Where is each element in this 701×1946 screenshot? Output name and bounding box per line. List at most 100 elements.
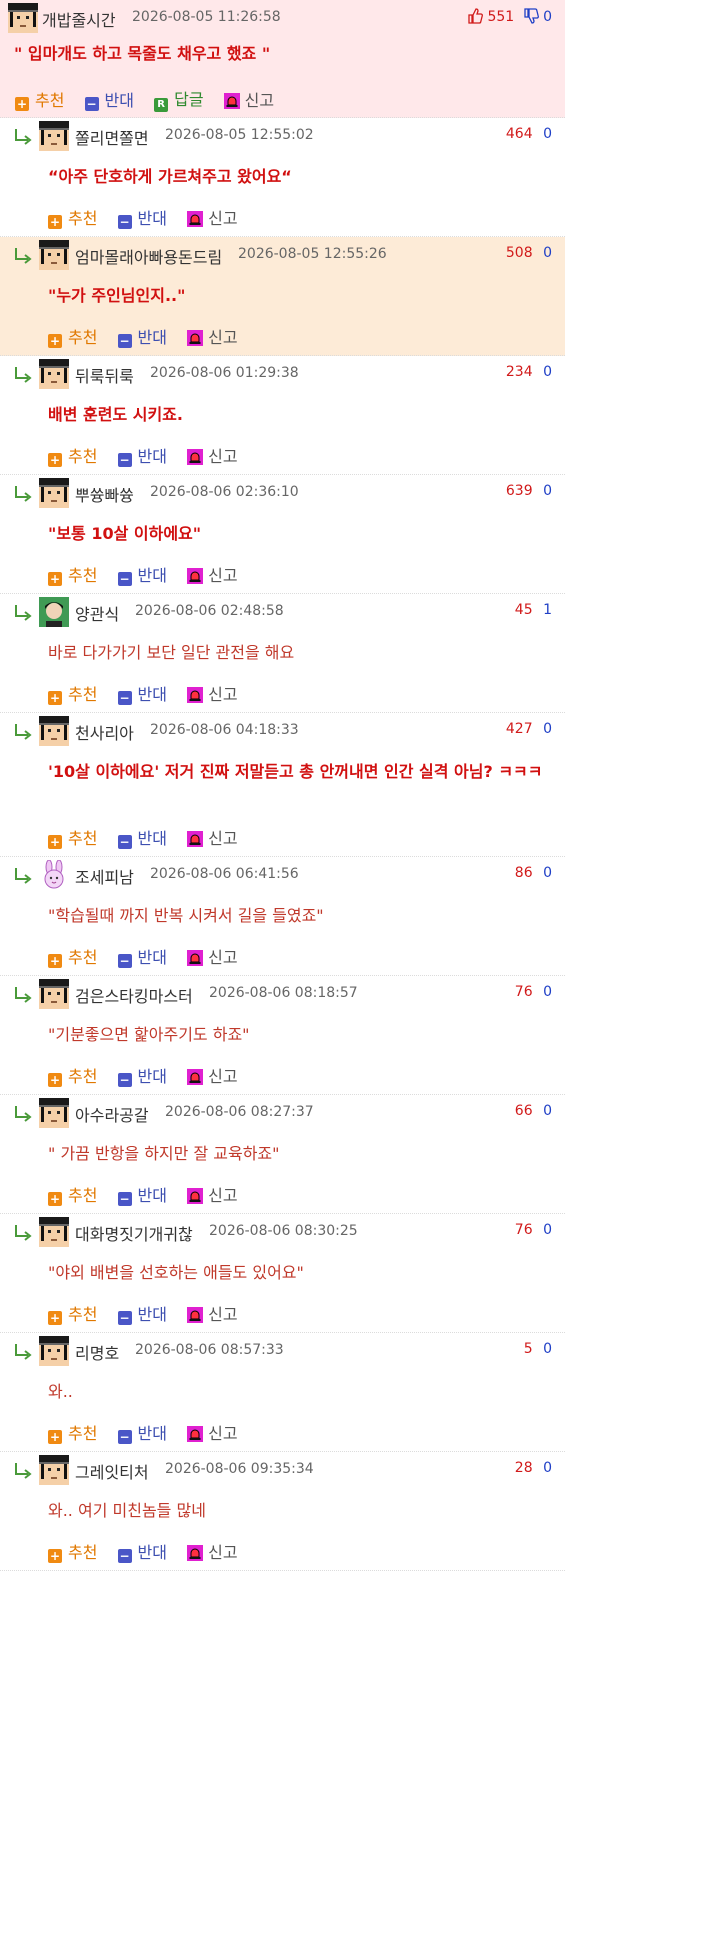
reply-comment: 리명호 2026-08-06 08:57:33 5 0 와.. + 추천 − 반대 xyxy=(0,1333,565,1452)
recommend-button[interactable]: + 추천 xyxy=(48,944,97,968)
report-label: 신고 xyxy=(208,948,238,967)
oppose-button[interactable]: − 반대 xyxy=(117,1420,167,1444)
recommend-button[interactable]: + 추천 xyxy=(48,1182,97,1206)
comment-actions: + 추천 − 반대 신고 xyxy=(48,1063,253,1087)
default-avatar-icon[interactable] xyxy=(39,121,69,151)
comment-header: 쫄리면쫄면 2026-08-05 12:55:02 464 0 xyxy=(0,118,565,154)
recommend-button[interactable]: + 추천 xyxy=(48,1063,97,1087)
report-button[interactable]: 신고 xyxy=(187,205,238,229)
recommend-label: 추천 xyxy=(68,1067,98,1086)
siren-icon xyxy=(187,449,204,465)
vote-counts: 28 0 xyxy=(515,1460,552,1476)
vote-counts: 76 0 xyxy=(515,984,552,1000)
oppose-button[interactable]: − 반대 xyxy=(117,562,167,586)
oppose-label: 반대 xyxy=(137,829,167,848)
report-button[interactable]: 신고 xyxy=(187,825,238,849)
default-avatar-icon[interactable] xyxy=(39,979,69,1009)
plus-icon: + xyxy=(48,691,62,705)
downvote-count: 0 xyxy=(543,721,552,737)
report-label: 신고 xyxy=(244,91,275,110)
oppose-button[interactable]: − 반대 xyxy=(117,205,167,229)
report-button[interactable]: 신고 xyxy=(187,324,238,348)
nickname[interactable]: 개밥줄시간 xyxy=(42,7,116,31)
reply-comment: 뿌쓩빠쓩 2026-08-06 02:36:10 639 0 "보통 10살 이… xyxy=(0,475,565,594)
report-button[interactable]: 신고 xyxy=(187,681,238,705)
report-button[interactable]: 신고 xyxy=(187,1539,238,1563)
oppose-button[interactable]: − 반대 xyxy=(117,681,167,705)
reply-arrow-icon xyxy=(15,1225,32,1241)
report-button[interactable]: 신고 xyxy=(187,443,238,467)
recommend-button[interactable]: + 추천 xyxy=(48,562,97,586)
oppose-button[interactable]: − 반대 xyxy=(117,825,167,849)
oppose-button[interactable]: − 반대 xyxy=(117,1301,167,1325)
default-avatar-icon[interactable] xyxy=(39,1336,69,1366)
upvote-count: 639 xyxy=(505,483,533,499)
recommend-button[interactable]: + 추천 xyxy=(48,681,97,705)
nickname[interactable]: 그레잇티처 xyxy=(75,1459,149,1483)
default-avatar-icon[interactable] xyxy=(39,240,69,270)
recommend-button[interactable]: + 추천 xyxy=(48,324,97,348)
nickname[interactable]: 조세피남 xyxy=(75,864,134,888)
report-button[interactable]: 신고 xyxy=(187,1420,238,1444)
timestamp: 2026-08-06 02:36:10 xyxy=(150,484,299,500)
nickname[interactable]: 쫄리면쫄면 xyxy=(75,125,149,149)
recommend-button[interactable]: + 추천 xyxy=(48,825,97,849)
nickname[interactable]: 대화명짓기개귀찮 xyxy=(75,1221,193,1245)
oppose-button[interactable]: − 반대 xyxy=(117,443,167,467)
nickname[interactable]: 엄마몰래아빠용돈드림 xyxy=(75,244,222,268)
nickname[interactable]: 뿌쓩빠쓩 xyxy=(75,482,134,506)
recommend-button[interactable]: + 추천 xyxy=(48,1301,97,1325)
comment-header: 뒤룩뒤룩 2026-08-06 01:29:38 234 0 xyxy=(0,356,565,392)
siren-icon xyxy=(187,687,204,703)
minus-icon: − xyxy=(117,1192,132,1206)
oppose-button[interactable]: − 반대 xyxy=(117,944,167,968)
recommend-button[interactable]: + 추천 xyxy=(48,1420,97,1444)
nickname[interactable]: 양관식 xyxy=(75,601,119,625)
oppose-button[interactable]: − 반대 xyxy=(117,1182,167,1206)
default-avatar-icon[interactable] xyxy=(39,716,69,746)
default-avatar-icon[interactable] xyxy=(39,1098,69,1128)
nickname[interactable]: 아수라공갈 xyxy=(75,1102,149,1126)
report-button[interactable]: 신고 xyxy=(187,1301,238,1325)
nickname[interactable]: 검은스타킹마스터 xyxy=(75,983,193,1007)
reply-arrow-icon xyxy=(15,868,32,884)
siren-icon xyxy=(187,1545,204,1561)
downvote-count: 0 xyxy=(543,1222,552,1238)
recommend-button[interactable]: + 추천 xyxy=(15,87,64,111)
default-avatar-icon[interactable] xyxy=(39,1217,69,1247)
comment-header: 양관식 2026-08-06 02:48:58 45 1 xyxy=(0,594,565,630)
upvote-count: 551 xyxy=(487,9,515,25)
plus-icon: + xyxy=(48,954,62,968)
reply-button[interactable]: R 답글 xyxy=(154,86,204,112)
recommend-button[interactable]: + 추천 xyxy=(48,443,97,467)
recommend-button[interactable]: + 추천 xyxy=(48,205,97,229)
oppose-button[interactable]: − 반대 xyxy=(117,1539,167,1563)
report-button[interactable]: 신고 xyxy=(187,562,238,586)
nickname[interactable]: 천사리아 xyxy=(75,720,134,744)
default-avatar-icon[interactable] xyxy=(39,359,69,389)
report-button[interactable]: 신고 xyxy=(187,1182,238,1206)
downvote-count: 1 xyxy=(543,602,552,618)
report-button[interactable]: 신고 xyxy=(187,944,238,968)
nickname[interactable]: 뒤룩뒤룩 xyxy=(75,363,134,387)
bunny-avatar-icon[interactable] xyxy=(39,859,69,890)
oppose-button[interactable]: − 반대 xyxy=(117,1063,167,1087)
recommend-label: 추천 xyxy=(68,1186,98,1205)
default-avatar-icon[interactable] xyxy=(39,478,69,508)
report-button[interactable]: 신고 xyxy=(223,87,275,111)
siren-icon xyxy=(187,568,204,584)
oppose-button[interactable]: − 반대 xyxy=(117,324,167,348)
oppose-label: 반대 xyxy=(137,1305,167,1324)
plus-icon: + xyxy=(48,835,62,849)
recommend-button[interactable]: + 추천 xyxy=(48,1539,97,1563)
photo-avatar-icon[interactable] xyxy=(39,597,69,627)
upvote-count: 76 xyxy=(514,984,533,1000)
report-button[interactable]: 신고 xyxy=(187,1063,238,1087)
default-avatar-icon[interactable] xyxy=(8,3,38,33)
reply-arrow-icon xyxy=(15,129,32,145)
oppose-label: 반대 xyxy=(137,685,167,704)
comment-text: 와.. 여기 미친놈들 많네 xyxy=(48,1501,206,1520)
nickname[interactable]: 리명호 xyxy=(75,1340,119,1364)
oppose-button[interactable]: − 반대 xyxy=(84,87,134,111)
default-avatar-icon[interactable] xyxy=(39,1455,69,1485)
